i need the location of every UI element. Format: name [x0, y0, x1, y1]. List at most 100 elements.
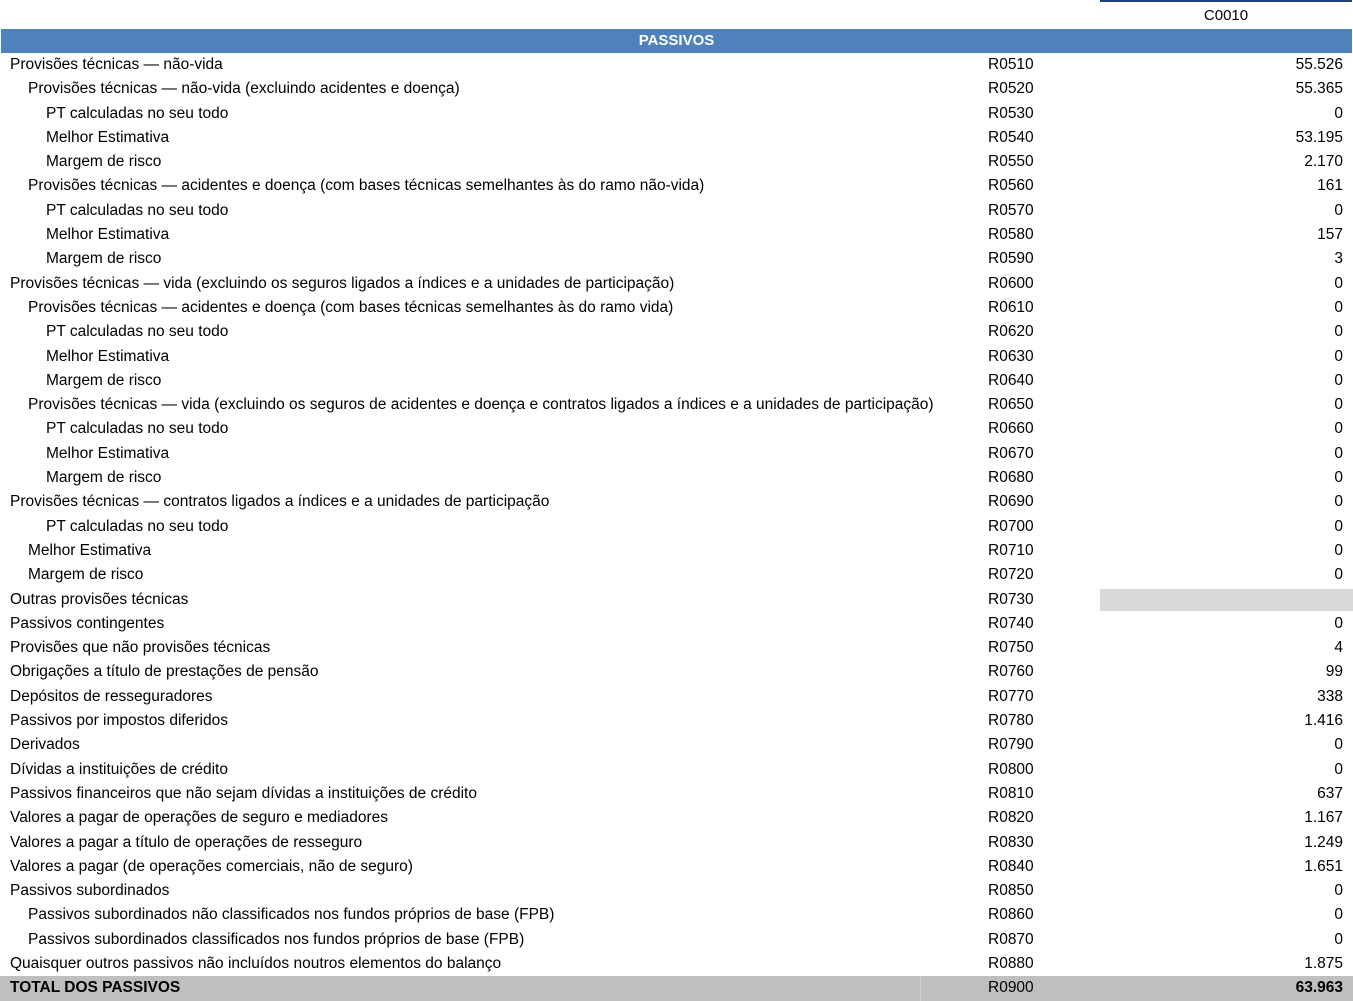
row-label: PT calculadas no seu todo: [46, 104, 229, 122]
row-value: 0: [1334, 444, 1343, 462]
row-code: R0820: [988, 809, 1034, 827]
row-code: R0830: [988, 833, 1034, 851]
row-value: 0: [1334, 347, 1343, 365]
table-row: Dívidas a instituições de crédito R0800 0: [0, 758, 1353, 782]
row-label: Quaisquer outros passivos não incluídos …: [10, 954, 502, 972]
row-value: 0: [1334, 396, 1343, 414]
row-label: Provisões técnicas — contratos ligados a…: [10, 493, 550, 511]
row-label: Valores a pagar (de operações comerciais…: [10, 857, 413, 875]
table-row: Passivos subordinados não classificados …: [0, 903, 1353, 927]
row-code: R0580: [988, 226, 1034, 244]
row-label: Melhor Estimativa: [46, 226, 170, 244]
row-code: R0770: [988, 687, 1034, 705]
row-value: 0: [1334, 493, 1343, 511]
table-row: Provisões técnicas — vida (excluindo os …: [0, 393, 1353, 417]
table-row: Valores a pagar de operações de seguro e…: [0, 806, 1353, 830]
empty-value-cell: [1100, 588, 1353, 611]
row-value: 99: [1325, 663, 1343, 681]
table-row: PT calculadas no seu todo R0570 0: [0, 199, 1353, 223]
table-row: Melhor Estimativa R0540 53.195: [0, 126, 1353, 150]
table-row: Margem de risco R0680 0: [0, 466, 1353, 490]
row-code: R0560: [988, 177, 1034, 195]
row-value: 0: [1334, 882, 1343, 900]
row-code: R0540: [988, 128, 1034, 146]
row-code: R0860: [988, 906, 1034, 924]
column-code-header: C0010: [1203, 7, 1249, 24]
row-label: PT calculadas no seu todo: [46, 420, 229, 438]
row-code: R0550: [988, 153, 1034, 171]
row-label: Melhor Estimativa: [46, 128, 170, 146]
row-value: 0: [1334, 566, 1343, 584]
row-value: 1.651: [1304, 857, 1343, 875]
row-value: 0: [1334, 930, 1343, 948]
row-value: 157: [1317, 226, 1343, 244]
table-row: Margem de risco R0720 0: [0, 563, 1353, 587]
row-code: R0780: [988, 712, 1034, 730]
table-row: Valores a pagar a título de operações de…: [0, 831, 1353, 855]
row-value: 0: [1334, 323, 1343, 341]
table-row: Provisões técnicas — não-vida (excluindo…: [0, 77, 1353, 101]
row-label: Depósitos de resseguradores: [10, 687, 213, 705]
row-value: 338: [1317, 687, 1343, 705]
table-row: Margem de risco R0550 2.170: [0, 150, 1353, 174]
row-label: Obrigações a título de prestações de pen…: [10, 663, 319, 681]
row-value: 0: [1334, 104, 1343, 122]
table-row: PT calculadas no seu todo R0700 0: [0, 515, 1353, 539]
row-label: Valores a pagar a título de operações de…: [10, 833, 363, 851]
row-code: R0570: [988, 201, 1034, 219]
table-row: Passivos subordinados classificados nos …: [0, 928, 1353, 952]
row-value: 0: [1334, 517, 1343, 535]
liabilities-table: Provisões técnicas — não-vida R0510 55.526…: [0, 53, 1353, 1001]
table-row: Provisões técnicas — acidentes e doença …: [0, 174, 1353, 198]
row-value: 0: [1334, 760, 1343, 778]
row-value: 55.365: [1295, 80, 1343, 98]
row-label: Provisões técnicas — acidentes e doença …: [28, 298, 674, 316]
table-row: PT calculadas no seu todo R0530 0: [0, 102, 1353, 126]
table-row: Provisões técnicas — contratos ligados a…: [0, 490, 1353, 514]
row-code: R0810: [988, 784, 1034, 802]
row-code: R0520: [988, 80, 1034, 98]
row-code: R0690: [988, 493, 1034, 511]
row-value: 3: [1334, 250, 1343, 268]
row-code: R0660: [988, 420, 1034, 438]
row-label: Margem de risco: [28, 566, 144, 584]
row-label: Passivos financeiros que não sejam dívid…: [10, 784, 477, 802]
row-value: 2.170: [1304, 153, 1343, 171]
row-value: 637: [1317, 784, 1343, 802]
row-value: 0: [1334, 541, 1343, 559]
row-code: R0740: [988, 614, 1034, 632]
table-row: Outras provisões técnicas R0730: [0, 588, 1353, 612]
table-row: Margem de risco R0640 0: [0, 369, 1353, 393]
row-code: R0600: [988, 274, 1034, 292]
row-code: R0610: [988, 298, 1034, 316]
row-code: R0630: [988, 347, 1034, 365]
table-row: PT calculadas no seu todo R0620 0: [0, 320, 1353, 344]
table-row: Quaisquer outros passivos não incluídos …: [0, 952, 1353, 976]
row-code: R0840: [988, 857, 1034, 875]
row-label: Valores a pagar de operações de seguro e…: [10, 809, 388, 827]
row-code: R0670: [988, 444, 1034, 462]
row-label: Passivos contingentes: [10, 614, 165, 632]
column-header-border: [1100, 0, 1352, 2]
row-label: TOTAL DOS PASSIVOS: [10, 979, 181, 997]
row-label: Derivados: [10, 736, 80, 754]
column-separator: [920, 976, 921, 1001]
row-value: 0: [1334, 274, 1343, 292]
row-value: 55.526: [1295, 56, 1343, 73]
row-label: Passivos por impostos diferidos: [10, 712, 228, 730]
table-row: Provisões técnicas — não-vida R0510 55.526: [0, 53, 1353, 77]
row-code: R0800: [988, 760, 1034, 778]
table-row: Provisões técnicas — vida (excluindo os …: [0, 272, 1353, 296]
total-row: TOTAL DOS PASSIVOS R0900 63.963: [0, 976, 1353, 1001]
table-row: Passivos financeiros que não sejam dívid…: [0, 782, 1353, 806]
row-label: Passivos subordinados classificados nos …: [28, 930, 525, 948]
table-row: Depósitos de resseguradores R0770 338: [0, 685, 1353, 709]
table-row: Margem de risco R0590 3: [0, 247, 1353, 271]
row-code: R0620: [988, 323, 1034, 341]
table-row: Derivados R0790 0: [0, 733, 1353, 757]
row-value: 1.249: [1304, 833, 1343, 851]
table-row: Melhor Estimativa R0670 0: [0, 442, 1353, 466]
row-code: R0640: [988, 371, 1034, 389]
table-row: Passivos subordinados R0850 0: [0, 879, 1353, 903]
table-row: PT calculadas no seu todo R0660 0: [0, 417, 1353, 441]
